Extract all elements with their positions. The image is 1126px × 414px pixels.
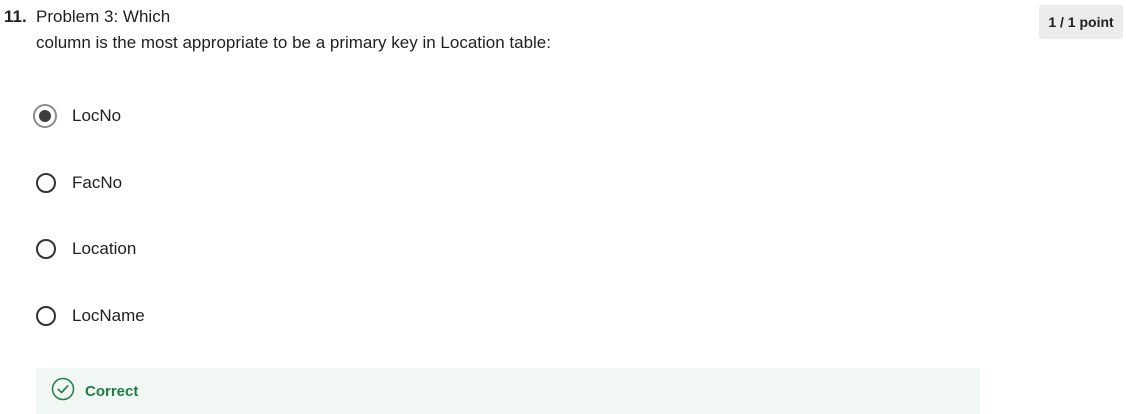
option-label: Location <box>72 239 137 258</box>
answer-option-locname[interactable]: LocName <box>34 303 145 329</box>
option-label: LocNo <box>72 106 122 125</box>
answer-option-location[interactable]: Location <box>34 236 136 262</box>
check-circle-icon <box>51 377 75 406</box>
radio-button[interactable] <box>34 304 58 328</box>
question-text-line1: Problem 3: Which <box>36 7 171 26</box>
answer-option-facno[interactable]: FacNo <box>34 170 122 196</box>
radio-button-selected[interactable] <box>33 104 58 128</box>
question-text-line2: column is the most appropriate to be a p… <box>36 33 551 52</box>
answer-option-locno[interactable]: LocNo <box>33 103 122 129</box>
points-badge: 1 / 1 point <box>1039 5 1123 39</box>
option-label: LocName <box>72 306 145 325</box>
radio-button[interactable] <box>34 237 58 261</box>
question-number: 11. <box>4 7 27 26</box>
option-label: FacNo <box>72 173 123 192</box>
feedback-label: Correct <box>85 382 139 400</box>
feedback-correct-panel: Correct <box>36 368 980 414</box>
radio-button[interactable] <box>34 171 58 195</box>
